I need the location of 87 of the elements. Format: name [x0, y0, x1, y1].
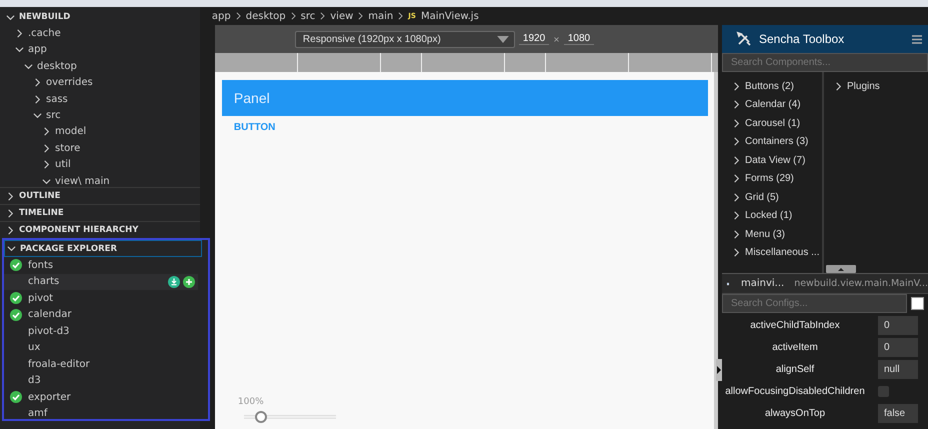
plugin-item[interactable]: Plugins [847, 80, 880, 92]
tree-item[interactable]: store [55, 142, 80, 154]
section-header[interactable]: TIMELINE [19, 208, 64, 218]
checkbox[interactable] [911, 297, 924, 310]
tree-item[interactable]: overrides [46, 77, 93, 88]
config-checkbox[interactable] [878, 386, 889, 396]
config-value-field[interactable]: 0 [878, 316, 918, 334]
menu-icon[interactable] [912, 34, 922, 44]
config-name: alwaysOnTop [764, 408, 826, 418]
package-row[interactable]: fonts [4, 257, 198, 274]
config-value-field[interactable]: false [878, 404, 918, 422]
component-class: newbuild.view.main.MainV... [794, 278, 928, 289]
collapse-handle-icon[interactable] [716, 359, 722, 381]
package-row[interactable]: pivot-d3 [4, 323, 198, 340]
package-row[interactable]: ux [4, 340, 198, 356]
width-field[interactable]: 1920 [518, 33, 550, 45]
component-name: mainvi... [740, 278, 784, 289]
package-name: exporter [28, 392, 72, 403]
category-item[interactable]: Calendar (4) [745, 99, 801, 110]
package-row[interactable]: froala-editor [4, 356, 198, 372]
package-row[interactable]: exporter [4, 389, 198, 406]
config-search-field[interactable]: Search Configs... [722, 294, 907, 313]
category-item[interactable]: Containers (3) [745, 136, 808, 148]
tree-item[interactable]: util [55, 159, 71, 170]
breadcrumb-item[interactable]: app [212, 10, 231, 22]
device-dropdown[interactable]: Responsive (1920px x 1080px) [294, 30, 515, 48]
search-field[interactable]: Search Components... [722, 53, 928, 72]
category-item[interactable]: Data View (7) [745, 154, 806, 166]
chevron-icon [834, 82, 843, 91]
config-name: activeChildTabIndex [749, 320, 841, 330]
tree-item[interactable]: desktop [37, 60, 77, 72]
category-item[interactable]: Buttons (2) [745, 80, 794, 92]
category-item[interactable]: Carousel (1) [745, 118, 800, 129]
section-header[interactable]: COMPONENT HIERARCHY [19, 225, 138, 235]
times-sign: × [553, 34, 560, 44]
section-header[interactable]: OUTLINE [19, 191, 60, 201]
tree-item[interactable]: model [55, 126, 86, 138]
package-row[interactable]: calendar [4, 306, 198, 323]
package-name: amf [28, 408, 49, 420]
package-row[interactable]: d3 [4, 372, 198, 389]
zoom-reading: 100% [238, 397, 265, 407]
tools-icon [736, 31, 752, 47]
breadcrumb-item[interactable]: MainView.js [420, 10, 479, 22]
tree-item[interactable]: app [28, 44, 47, 56]
tree-item[interactable]: NEWBUILD [19, 12, 70, 22]
breadcrumb-item[interactable]: desktop [246, 10, 286, 22]
chevron-icon [290, 12, 296, 20]
category-item[interactable]: Menu (3) [745, 228, 786, 240]
tree-item[interactable]: .cache [28, 28, 61, 40]
height-field[interactable]: 1080 [564, 33, 594, 45]
package-name: froala-editor [28, 358, 91, 370]
category-item[interactable]: Forms (29) [745, 173, 794, 184]
package-row[interactable]: charts [4, 274, 198, 290]
config-name: alignSelf [774, 364, 816, 374]
tree-item[interactable]: sass [46, 94, 68, 105]
toolbox-title: Sencha Toolbox [759, 32, 846, 46]
config-value-field[interactable]: null [878, 360, 918, 378]
category-item[interactable]: Locked (1) [745, 210, 792, 222]
package-name: d3 [28, 375, 42, 386]
tree-item[interactable]: src [46, 110, 61, 122]
chevron-icon [398, 12, 404, 20]
package-name: pivot [28, 292, 54, 304]
breadcrumb-item[interactable]: view [330, 10, 354, 22]
config-name: allowFocusingDisabledChildren [724, 386, 866, 396]
package-name: calendar [28, 309, 72, 320]
category-item[interactable]: Miscellaneous ... [745, 247, 820, 258]
caret-icon [496, 36, 509, 42]
slider-thumb[interactable] [254, 411, 267, 423]
package-name: charts [28, 276, 60, 288]
expand-tab-icon[interactable] [826, 265, 856, 273]
chevron-icon [358, 12, 364, 20]
package-name: pivot-d3 [28, 326, 70, 337]
config-name: activeItem [771, 342, 819, 352]
add-icon[interactable] [183, 276, 195, 288]
package-row[interactable]: amf [4, 406, 198, 422]
download-icon[interactable] [168, 276, 180, 288]
config-value-field[interactable]: 0 [878, 338, 918, 356]
package-row[interactable]: pivot [4, 290, 198, 306]
breadcrumb-item[interactable]: main [368, 10, 394, 22]
chevron-icon [320, 12, 326, 20]
category-item[interactable]: Grid (5) [745, 192, 779, 203]
tree-item[interactable]: view\ main [55, 176, 110, 187]
panel-title: Panel [234, 90, 270, 106]
chevron-icon [236, 12, 241, 20]
breadcrumb-item[interactable]: src [300, 10, 316, 22]
package-name: ux [28, 342, 42, 354]
package-name: fonts [28, 260, 54, 271]
